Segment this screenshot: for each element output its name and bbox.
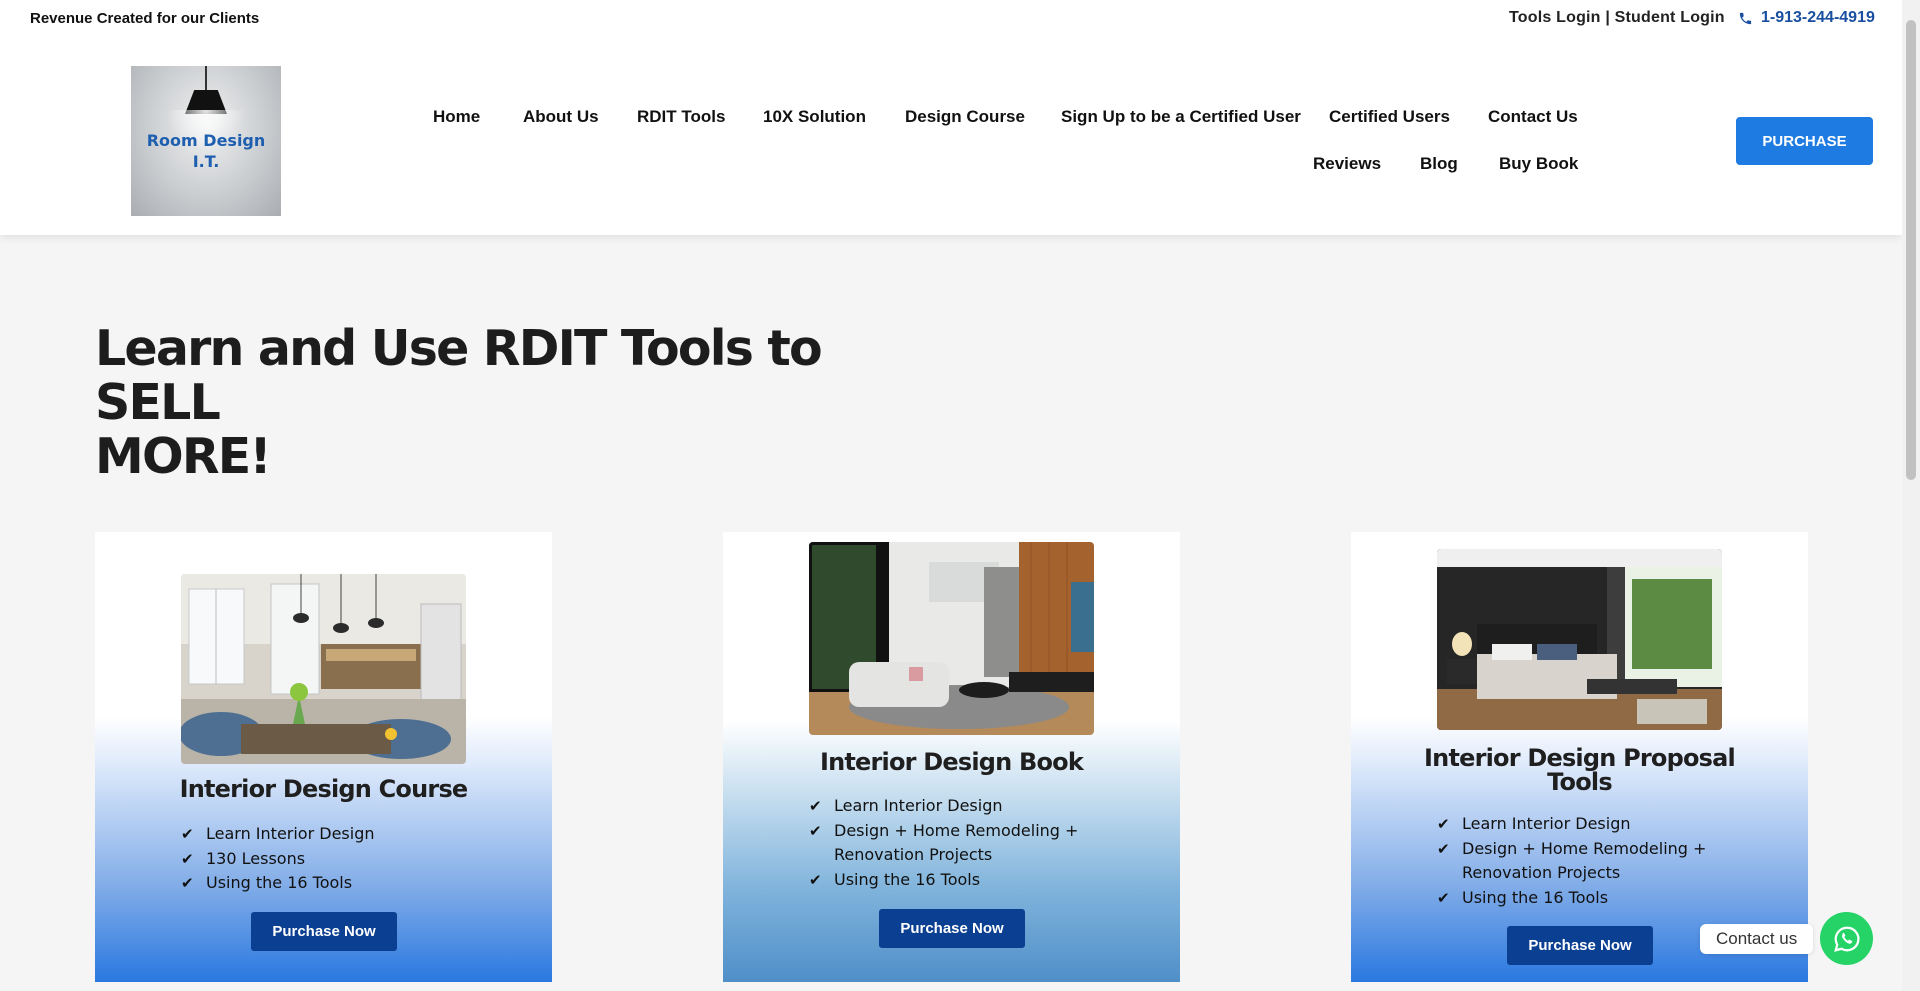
feature-list: ✔ Learn Interior Design ✔ Design + Home Re…: [809, 794, 1109, 892]
whatsapp-icon: [1833, 926, 1859, 952]
check-icon: ✔: [181, 849, 194, 868]
nav-buy-book[interactable]: Buy Book: [1499, 154, 1578, 174]
purchase-button[interactable]: PURCHASE: [1736, 117, 1873, 165]
check-icon: ✔: [809, 870, 822, 889]
card-title: Interior Design Proposal Tools: [1351, 746, 1808, 794]
scrollbar-thumb[interactable]: [1906, 20, 1916, 480]
logo-line-2: I.T.: [192, 152, 220, 171]
nav-blog[interactable]: Blog: [1420, 154, 1458, 174]
product-card-book: Interior Design Book ✔ Learn Interior Des…: [723, 532, 1180, 982]
nav-10x-solution[interactable]: 10X Solution: [763, 107, 866, 127]
contact-us-label[interactable]: Contact us: [1700, 924, 1814, 954]
check-icon: ✔: [181, 874, 194, 892]
check-icon: ✔: [1437, 888, 1450, 907]
feature-list: ✔ Learn Interior Design ✔ Design + Home Re…: [1437, 812, 1737, 910]
living-room-illustration: [809, 542, 1094, 735]
card-title-line-2: Tools: [1547, 768, 1612, 796]
feature-text: Using the 16 Tools: [1462, 887, 1609, 907]
logo-line-1: Room Design: [146, 131, 266, 150]
nav-sign-up-certified[interactable]: Sign Up to be a Certified User: [1061, 107, 1301, 127]
phone-icon: [1739, 12, 1752, 24]
card-title-line-1: Interior Design Proposal: [1424, 744, 1736, 772]
tagline: Revenue Created for our Clients: [30, 10, 260, 27]
phone-number: 1-913-244-4919: [1761, 9, 1875, 26]
feature-text: Learn Interior Design: [834, 796, 1003, 815]
kitchen-image: [181, 574, 466, 764]
feature-text: Using the 16 Tools: [206, 873, 353, 892]
nav-reviews[interactable]: Reviews: [1313, 154, 1381, 174]
feature-text: Using the 16 Tools: [834, 869, 981, 889]
product-card-proposal-tools: Interior Design Proposal Tools ✔ Learn In…: [1351, 532, 1808, 982]
bedroom-illustration: [1437, 549, 1722, 730]
feature-text: 130 Lessons: [206, 848, 306, 868]
nav-design-course[interactable]: Design Course: [905, 107, 1025, 127]
link-separator: |: [1600, 9, 1615, 26]
site-logo[interactable]: Room Design I.T.: [131, 66, 281, 216]
phone-link[interactable]: 1-913-244-4919: [1738, 9, 1875, 27]
nav-about-us[interactable]: About Us: [523, 107, 599, 127]
feature-item: ✔ Design + Home Remodeling + Renovation P…: [1437, 837, 1737, 886]
feature-item: ✔ 130 Lessons: [181, 847, 375, 872]
feature-item: ✔ Using the 16 Tools: [181, 871, 375, 896]
check-icon: ✔: [181, 825, 194, 843]
lamp-cord: [205, 66, 207, 91]
nav-rdit-tools[interactable]: RDIT Tools: [637, 107, 725, 127]
card-title: Interior Design Course: [179, 775, 469, 803]
kitchen-illustration: [181, 574, 466, 764]
tools-login-link[interactable]: Tools Login: [1509, 9, 1601, 26]
card-title: Interior Design Book: [819, 748, 1084, 776]
student-login-link[interactable]: Student Login: [1615, 9, 1725, 26]
hero-heading: Learn and Use RDIT Tools to SELL MORE!: [95, 322, 855, 484]
feature-item: ✔ Learn Interior Design: [809, 794, 1109, 819]
check-icon: ✔: [809, 797, 822, 815]
feature-item: ✔ Learn Interior Design: [181, 822, 375, 847]
feature-text: Design + Home Remodeling + Renovation Pr…: [834, 820, 1079, 865]
product-card-course: Interior Design Course ✔ Learn Interior D…: [95, 532, 552, 982]
feature-text: Learn Interior Design: [1462, 814, 1631, 833]
feature-text: Design + Home Remodeling + Renovation Pr…: [1462, 838, 1707, 883]
living-room-image: [809, 542, 1094, 735]
nav-home[interactable]: Home: [433, 107, 480, 127]
check-icon: ✔: [1437, 815, 1450, 833]
top-links: Tools Login | Student Login: [1509, 9, 1725, 27]
bedroom-image: [1437, 549, 1722, 730]
page-scrollbar[interactable]: [1902, 0, 1920, 991]
feature-item: ✔ Using the 16 Tools: [809, 868, 1109, 893]
hero-line-1: Learn and Use RDIT Tools to SELL: [95, 320, 823, 431]
logo-text: Room Design I.T.: [131, 130, 281, 172]
site-header: Revenue Created for our Clients Tools Lo…: [0, 0, 1902, 235]
feature-item: ✔ Using the 16 Tools: [1437, 886, 1737, 911]
check-icon: ✔: [809, 821, 822, 840]
purchase-now-button[interactable]: Purchase Now: [251, 912, 397, 951]
feature-text: Learn Interior Design: [206, 824, 375, 843]
feature-item: ✔ Design + Home Remodeling + Renovation P…: [809, 819, 1109, 868]
nav-certified-users[interactable]: Certified Users: [1329, 107, 1450, 127]
purchase-now-button[interactable]: Purchase Now: [879, 909, 1025, 948]
feature-list: ✔ Learn Interior Design ✔ 130 Lessons ✔ Usi…: [181, 822, 375, 896]
hero-line-2: MORE!: [95, 428, 272, 485]
whatsapp-button[interactable]: [1820, 912, 1873, 965]
nav-contact-us[interactable]: Contact Us: [1488, 107, 1578, 127]
check-icon: ✔: [1437, 839, 1450, 858]
purchase-now-button[interactable]: Purchase Now: [1507, 926, 1653, 965]
feature-item: ✔ Learn Interior Design: [1437, 812, 1737, 837]
